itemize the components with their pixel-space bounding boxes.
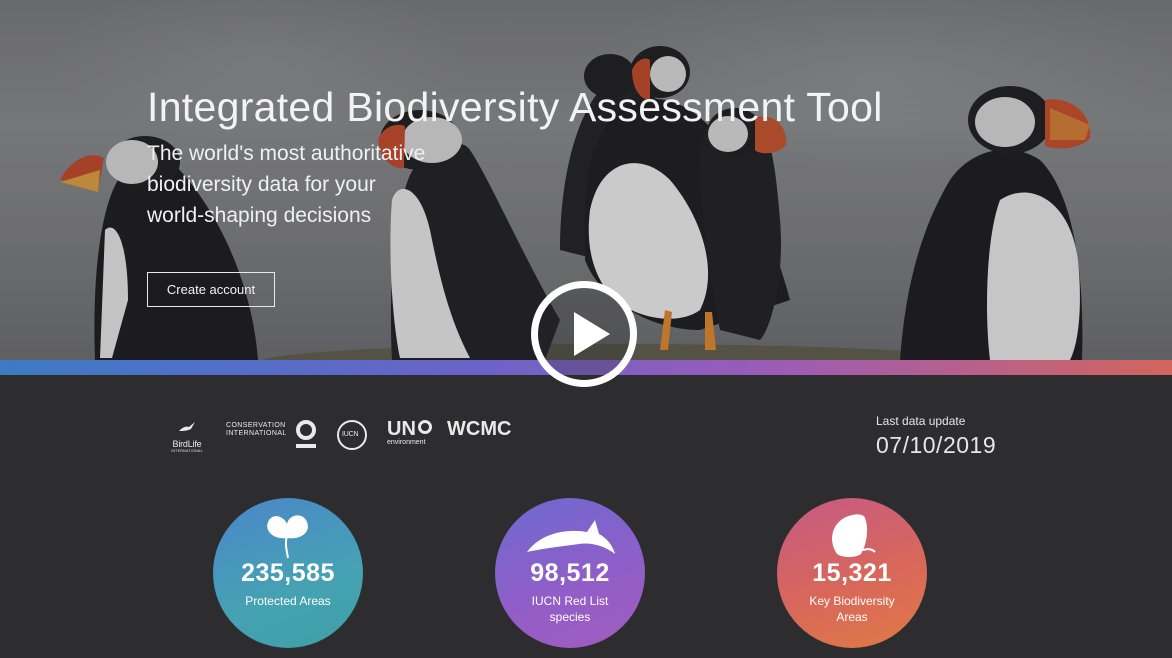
last-update-label: Last data update: [876, 414, 966, 428]
stat-protected-areas[interactable]: 235,585 Protected Areas: [213, 498, 363, 648]
ci-ring-icon: [296, 420, 316, 448]
birdlife-sublabel: INTERNATIONAL: [171, 449, 203, 453]
wcmc-logo: WCMC: [447, 418, 512, 440]
stat-label: IUCN Red List species: [531, 594, 609, 624]
stat-red-list-species[interactable]: 98,512 IUCN Red List species: [495, 498, 645, 648]
birdlife-label: BirdLife: [172, 439, 202, 449]
stat-label: Protected Areas: [245, 594, 331, 608]
un-label: UN: [387, 418, 416, 440]
bird-icon: [179, 422, 195, 431]
birdlife-logo: BirdLife INTERNATIONAL: [166, 420, 208, 453]
dolphin-icon: [527, 520, 615, 554]
ci-label-line1: CONSERVATION: [226, 422, 286, 429]
un-environment-logo: UN environment: [387, 418, 432, 446]
globe-icon: [417, 420, 432, 434]
un-sublabel: environment: [387, 439, 426, 446]
stat-label: Key Biodiversity Areas: [809, 594, 895, 624]
stat-key-biodiversity-areas[interactable]: 15,321 Key Biodiversity Areas: [777, 498, 927, 648]
stat-value: 15,321: [812, 559, 892, 587]
ci-label-line2: INTERNATIONAL: [226, 430, 287, 437]
hero-subtitle: The world's most authoritative biodivers…: [147, 142, 426, 227]
iucn-logo: IUCN: [337, 420, 367, 450]
last-update-date: 07/10/2019: [876, 432, 997, 458]
create-account-button[interactable]: Create account: [147, 272, 275, 307]
page-title: Integrated Biodiversity Assessment Tool: [147, 84, 883, 130]
conservation-international-logo: CONSERVATION INTERNATIONAL: [226, 420, 316, 448]
stat-value: 98,512: [530, 559, 610, 587]
butterfly-icon: [832, 514, 876, 557]
flower-icon: [267, 515, 308, 559]
iucn-label: IUCN: [342, 431, 359, 438]
play-video-button[interactable]: [531, 281, 637, 387]
play-icon: [574, 312, 610, 356]
stat-value: 235,585: [241, 559, 335, 587]
